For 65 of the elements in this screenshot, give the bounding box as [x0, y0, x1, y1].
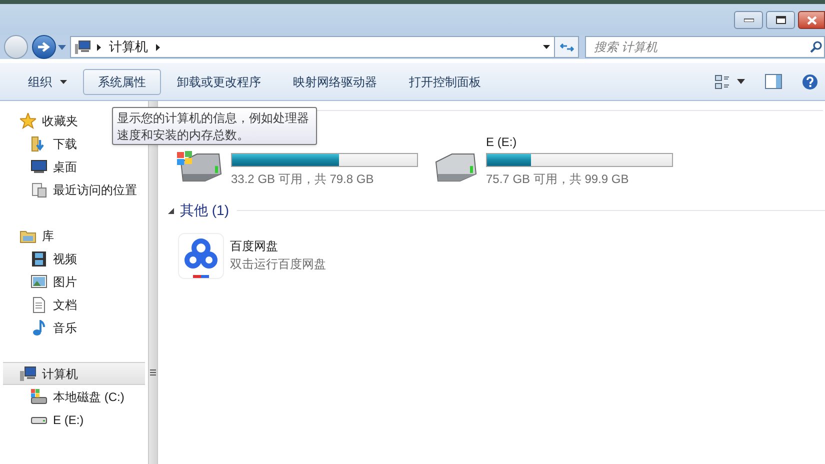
arrow-right-icon — [37, 41, 51, 53]
search-field[interactable]: 搜索 计算机 — [585, 36, 825, 58]
maximize-icon — [776, 16, 786, 24]
tooltip: 显示您的计算机的信息，例如处理器速度和安装的内存总数。 — [112, 107, 317, 145]
view-icon — [715, 74, 729, 88]
free-space-text: 33.2 GB 可用，共 79.8 GB — [231, 171, 375, 188]
toolbar-button[interactable]: 打开控制面板 — [393, 68, 497, 94]
help-icon[interactable] — [802, 74, 818, 90]
search-placeholder: 搜索 计算机 — [594, 39, 658, 56]
forward-button[interactable] — [32, 35, 56, 59]
maximize-button[interactable] — [766, 11, 795, 29]
nav-item[interactable]: 桌面 — [31, 155, 79, 178]
nav-item[interactable]: 下载 — [31, 132, 79, 155]
refresh-icon — [560, 42, 574, 52]
toolbar-button[interactable]: 卸载或更改程序 — [161, 68, 277, 94]
breadcrumb-arrow-icon[interactable] — [97, 44, 101, 50]
app-tile[interactable]: 百度网盘 双击运行百度网盘 — [178, 233, 825, 279]
drive-name: E (E:) — [486, 134, 518, 149]
cloud-app-icon — [178, 233, 224, 279]
toolbar-button[interactable]: 系统属性 — [83, 68, 161, 94]
organize-menu[interactable]: 组织 — [12, 68, 83, 94]
document-icon — [31, 296, 47, 312]
app-name: 百度网盘 — [230, 238, 279, 255]
dropdown-icon — [60, 80, 67, 84]
nav-item[interactable]: 计算机 — [3, 362, 145, 385]
nav-item[interactable]: E (E:) — [31, 408, 86, 431]
collapse-icon[interactable] — [168, 208, 174, 214]
toolbar-button[interactable]: 映射网络驱动器 — [277, 68, 393, 94]
nav-item[interactable]: 图片 — [31, 270, 79, 293]
nav-item[interactable]: 视频 — [31, 247, 79, 270]
nav-item[interactable]: 最近访问的位置 — [31, 178, 139, 201]
app-description: 双击运行百度网盘 — [230, 256, 326, 273]
dropdown-icon[interactable] — [543, 45, 550, 49]
computer-icon — [20, 366, 36, 382]
nav-item[interactable]: 库 — [20, 224, 56, 247]
image-icon — [31, 274, 47, 290]
grip-icon — [150, 369, 156, 376]
close-button[interactable] — [798, 11, 825, 29]
view-button[interactable] — [715, 74, 745, 88]
computer-icon — [75, 40, 91, 54]
nav-item[interactable]: 文档 — [31, 293, 79, 316]
folder-icon — [31, 136, 47, 152]
recent-places-icon — [31, 182, 47, 198]
address-field[interactable]: 计算机 — [70, 36, 555, 58]
close-icon — [806, 16, 816, 24]
breadcrumb[interactable]: 计算机 — [109, 37, 148, 57]
nav-item[interactable]: 本地磁盘 (C:) — [31, 385, 126, 408]
breadcrumb-arrow-icon[interactable] — [156, 44, 160, 50]
minimize-icon — [744, 18, 754, 22]
hard-drive-icon — [175, 148, 223, 182]
nav-item[interactable]: 音乐 — [31, 316, 79, 339]
monitor-icon — [31, 158, 47, 174]
nav-item[interactable]: 收藏夹 — [20, 109, 80, 132]
refresh-button[interactable] — [555, 36, 579, 58]
preview-pane-icon[interactable] — [765, 74, 782, 89]
dropdown-icon — [737, 79, 745, 84]
music-note-icon — [31, 320, 47, 336]
group-header[interactable]: 其他 (1) — [180, 200, 229, 221]
free-space-text: 75.7 GB 可用，共 99.9 GB — [486, 171, 630, 188]
star-icon — [20, 112, 36, 128]
search-icon — [810, 41, 822, 53]
drive-tile[interactable]: E (E:) 75.7 GB 可用，共 99.9 GB — [430, 133, 673, 188]
minimize-button[interactable] — [734, 11, 763, 29]
hard-drive-icon — [31, 388, 47, 404]
film-icon — [31, 250, 47, 266]
